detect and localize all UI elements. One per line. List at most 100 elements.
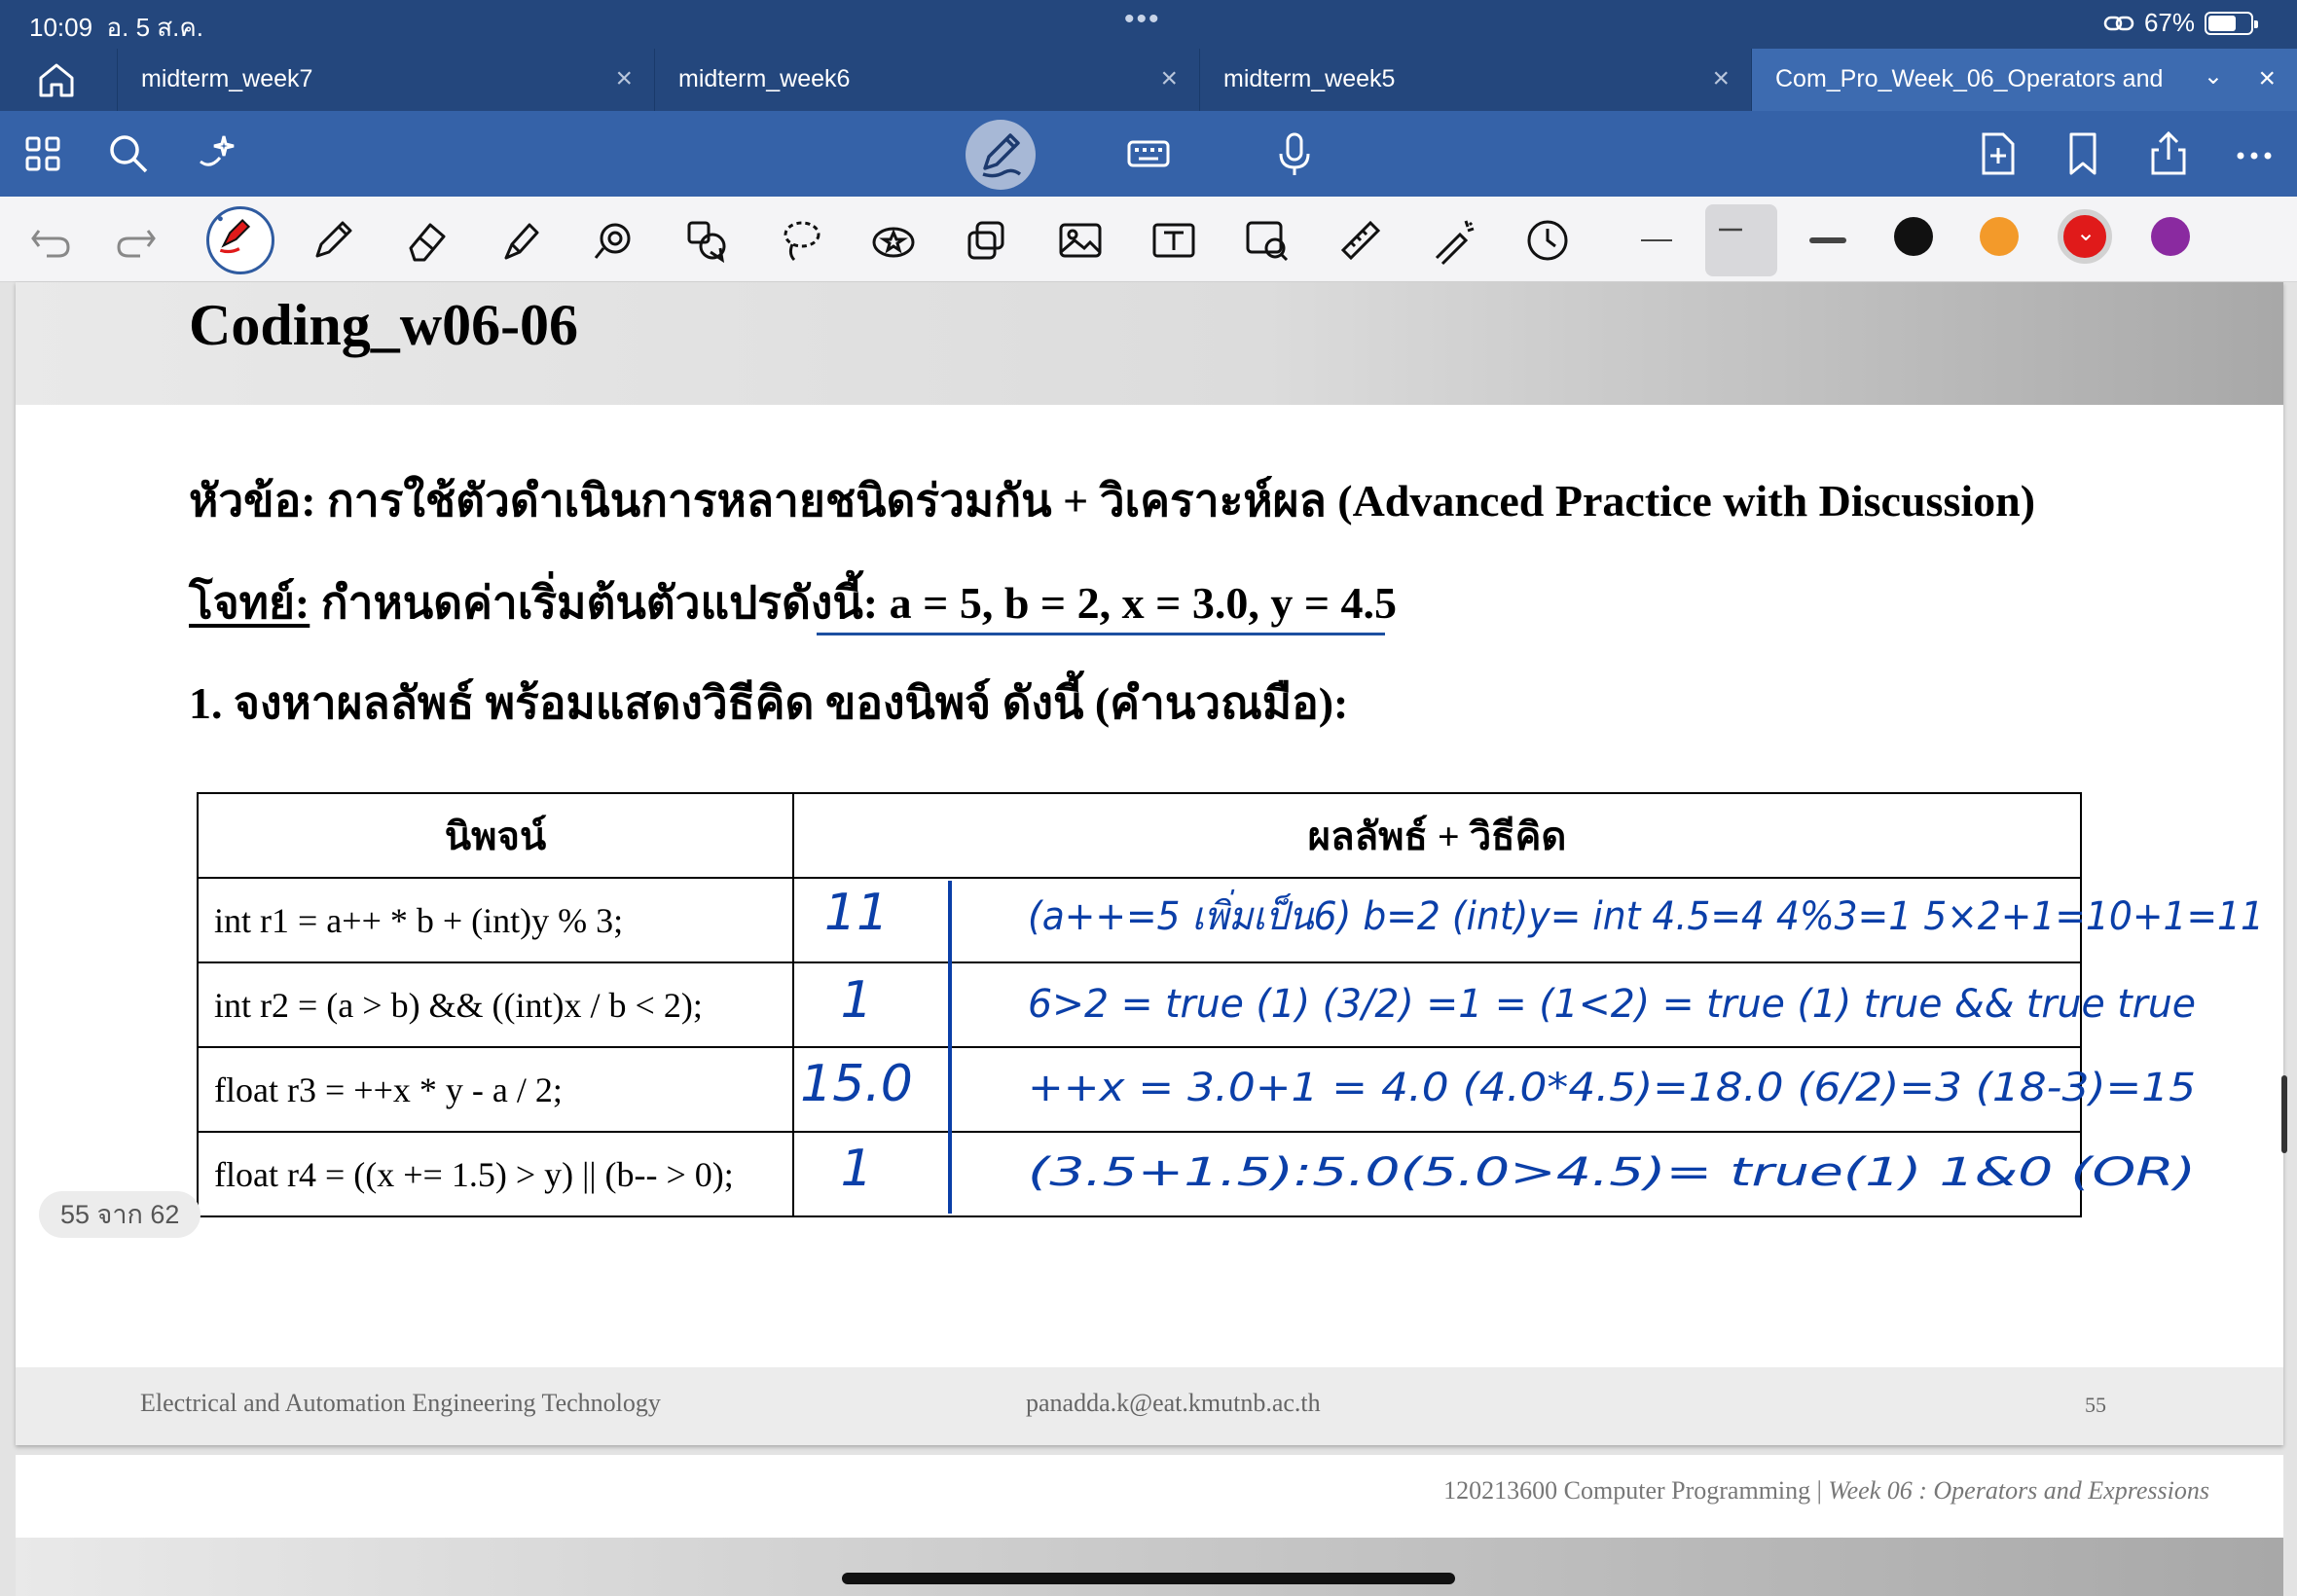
topic-line: หัวข้อ: การใช้ตัวดำเนินการหลายชนิดร่วมกั… [189,465,2035,536]
fountain-pen-icon [217,216,251,254]
problem-line: โจทย์: กำหนดค่าเริ่มต้นตัวแปรดังนี้: a =… [189,567,1397,638]
footer-department: Electrical and Automation Engineering Te… [140,1389,661,1417]
color-swatch-orange[interactable] [1980,217,2019,256]
table-row: int r2 = (a > b) && ((int)x / b < 2); [197,961,2082,1048]
topic-label: หัวข้อ: [189,476,316,526]
tab-label: Com_Pro_Week_06_Operators and... [1775,65,2165,92]
table-row: float r4 = ((x += 1.5) > y) || (b-- > 0)… [197,1131,2082,1217]
header-result: ผลลัพธ์ + วิธีคิด [792,792,2082,879]
tab-midterm-week5[interactable]: midterm_week5 × [1199,49,1751,111]
battery-icon [2205,11,2258,35]
problem-text: กำหนดค่าเริ่มต้นตัวแปรดังนี้: [320,578,879,628]
footer-page-number: 55 [2085,1393,2106,1417]
stroke-thick-option[interactable] [1803,215,1853,266]
tab-label: midterm_week6 [678,65,851,92]
grid-view-icon[interactable] [18,128,68,179]
stroke-medium-option[interactable] [1705,204,1777,276]
app-window: 10:09 อ. 5 ส.ค. ••• 67% midterm_week7 × … [0,0,2297,1596]
expression-cell: int r2 = (a > b) && ((int)x / b < 2); [197,961,794,1048]
eraser-icon[interactable] [401,215,452,266]
tab-label: midterm_week7 [141,65,313,92]
close-icon[interactable]: × [1160,62,1178,95]
ink-underline [817,633,1385,635]
header-expression: นิพจน์ [197,792,794,879]
status-time: 10:09 อ. 5 ส.ค. [29,13,203,42]
pdf-page: Coding_w06-06 หัวข้อ: การใช้ตัวดำเนินการ… [16,282,2283,1445]
result-cell [792,1131,2082,1217]
close-icon[interactable]: × [615,62,633,95]
home-indicator[interactable] [842,1573,1455,1584]
table-header-row: นิพจน์ ผลลัพธ์ + วิธีคิด [197,792,2082,879]
redo-icon[interactable] [111,215,162,266]
fountain-pen-tool-button[interactable] [206,206,274,274]
sticker-icon[interactable] [868,215,919,266]
pencil-tool-icon[interactable] [308,215,358,266]
topic-text: การใช้ตัวดำเนินการหลายชนิดร่วมกัน + วิเค… [327,476,2036,526]
color-swatch-purple[interactable] [2151,217,2190,256]
expression-cell: float r4 = ((x += 1.5) > y) || (b-- > 0)… [197,1131,794,1217]
ruler-icon[interactable] [1335,215,1386,266]
chevron-down-icon: ⌄ [2076,220,2096,246]
table-row: int r1 = a++ * b + (int)y % 3; [197,877,2082,963]
add-page-icon[interactable] [1972,128,2023,179]
laser-pointer-icon[interactable] [588,215,638,266]
link-icon [2103,16,2134,30]
stroke-medium-icon [1719,228,1742,232]
main-toolbar [0,111,2297,197]
clock-icon[interactable] [1522,215,1573,266]
bookmark-icon[interactable] [2058,128,2108,179]
course-footer: 120213600 Computer Programming | Week 06… [1443,1476,2209,1505]
text-box-icon[interactable] [1148,215,1199,266]
image-icon[interactable] [1055,215,1106,266]
table-row: float r3 = ++x * y - a / 2; [197,1046,2082,1133]
result-cell [792,961,2082,1048]
search-icon[interactable] [103,128,154,179]
document-viewer[interactable]: Coding_w06-06 หัวข้อ: การใช้ตัวดำเนินการ… [0,282,2297,1596]
slide-title: Coding_w06-06 [189,293,579,357]
pencil-icon [982,133,1022,178]
home-icon[interactable] [35,60,78,99]
more-options-icon[interactable] [2229,128,2279,179]
question-heading: 1. จงหาผลลัพธ์ พร้อมแสดงวิธีคิด ของนิพจ์… [189,678,1349,728]
tab-label: midterm_week5 [1223,65,1396,92]
result-cell [792,877,2082,963]
problem-label: โจทย์: [189,578,310,628]
expression-table: นิพจน์ ผลลัพธ์ + วิธีคิด int r1 = a++ * … [197,792,2082,1217]
page-counter-badge: 55 จาก 62 [39,1191,201,1238]
keyboard-icon[interactable] [1123,128,1174,179]
stroke-thin-option[interactable] [1631,215,1682,266]
tab-bar: midterm_week7 × midterm_week6 × midterm_… [0,49,2297,111]
slide-footer: Electrical and Automation Engineering Te… [16,1367,2283,1445]
next-slide-header-band [16,1538,2283,1596]
magic-wand-icon[interactable] [1429,215,1479,266]
highlighter-icon[interactable] [494,215,545,266]
ai-sparkle-icon[interactable] [191,128,241,179]
tab-com-pro-week06[interactable]: Com_Pro_Week_06_Operators and... ⌄ × [1751,49,2297,111]
color-swatch-black[interactable] [1894,217,1933,256]
color-swatch-red-selected[interactable]: ⌄ [2058,209,2112,264]
expression-cell: int r1 = a++ * b + (int)y % 3; [197,877,794,963]
battery-percent: 67% [2143,8,2195,37]
chevron-down-icon[interactable]: ⌄ [2204,62,2223,91]
tab-midterm-week7[interactable]: midterm_week7 × [117,49,654,111]
expression-cell: float r3 = ++x * y - a / 2; [197,1046,794,1133]
shapes-icon[interactable] [681,215,732,266]
close-icon[interactable]: × [1712,62,1730,95]
close-icon[interactable]: × [2258,62,2276,95]
slide-header-band: Coding_w06-06 [16,282,2283,405]
pencil-mode-button[interactable] [966,120,1036,190]
image-search-icon[interactable] [1242,215,1293,266]
element-copy-icon[interactable] [962,215,1012,266]
multitask-dots-icon[interactable]: ••• [1124,3,1161,36]
share-icon[interactable] [2143,128,2194,179]
scrollbar-handle[interactable] [2281,1075,2287,1153]
lasso-icon[interactable] [775,215,825,266]
undo-icon[interactable] [25,215,76,266]
tab-midterm-week6[interactable]: midterm_week6 × [654,49,1199,111]
microphone-icon[interactable] [1269,128,1320,179]
result-cell [792,1046,2082,1133]
footer-email: panadda.k@eat.kmutnb.ac.th [1026,1389,1321,1417]
drawing-tools-bar [0,197,2297,282]
status-bar: 10:09 อ. 5 ส.ค. ••• 67% [0,0,2297,49]
problem-values: a = 5, b = 2, x = 3.0, y = 4.5 [889,578,1398,628]
